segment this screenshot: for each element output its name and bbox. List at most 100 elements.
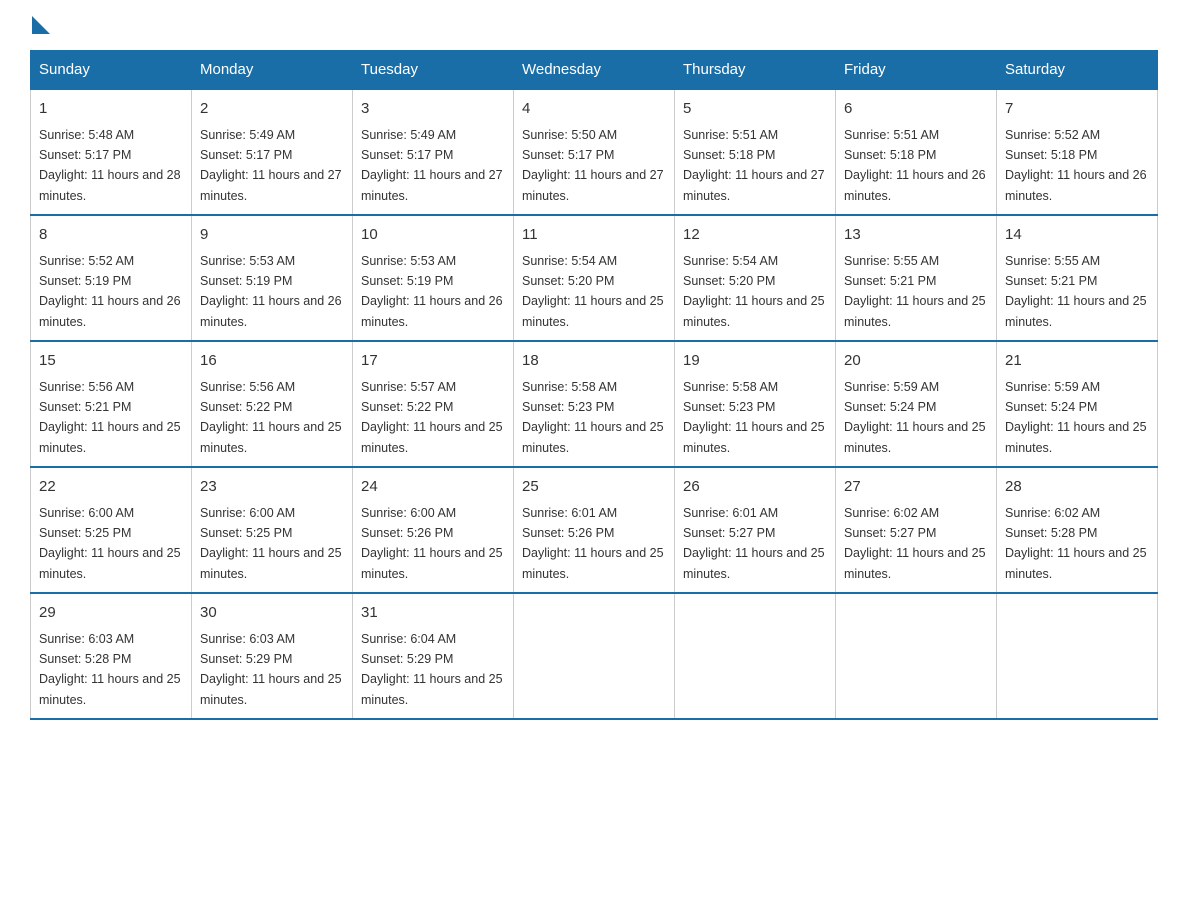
- day-info: Sunrise: 5:55 AMSunset: 5:21 PMDaylight:…: [1005, 254, 1147, 329]
- day-number: 29: [39, 602, 183, 625]
- day-number: 24: [361, 476, 505, 499]
- day-info: Sunrise: 5:58 AMSunset: 5:23 PMDaylight:…: [683, 380, 825, 455]
- day-info: Sunrise: 6:02 AMSunset: 5:28 PMDaylight:…: [1005, 506, 1147, 581]
- day-info: Sunrise: 6:01 AMSunset: 5:26 PMDaylight:…: [522, 506, 664, 581]
- weekday-header-tuesday: Tuesday: [353, 51, 514, 90]
- day-cell-15: 15 Sunrise: 5:56 AMSunset: 5:21 PMDaylig…: [31, 341, 192, 467]
- week-row-3: 15 Sunrise: 5:56 AMSunset: 5:21 PMDaylig…: [31, 341, 1158, 467]
- day-number: 3: [361, 98, 505, 121]
- weekday-header-monday: Monday: [192, 51, 353, 90]
- day-number: 28: [1005, 476, 1149, 499]
- day-number: 4: [522, 98, 666, 121]
- day-number: 27: [844, 476, 988, 499]
- day-cell-3: 3 Sunrise: 5:49 AMSunset: 5:17 PMDayligh…: [353, 89, 514, 215]
- day-number: 26: [683, 476, 827, 499]
- week-row-5: 29 Sunrise: 6:03 AMSunset: 5:28 PMDaylig…: [31, 593, 1158, 719]
- weekday-header-wednesday: Wednesday: [514, 51, 675, 90]
- day-info: Sunrise: 5:56 AMSunset: 5:21 PMDaylight:…: [39, 380, 181, 455]
- week-row-4: 22 Sunrise: 6:00 AMSunset: 5:25 PMDaylig…: [31, 467, 1158, 593]
- day-number: 5: [683, 98, 827, 121]
- day-info: Sunrise: 6:03 AMSunset: 5:29 PMDaylight:…: [200, 632, 342, 707]
- day-info: Sunrise: 5:48 AMSunset: 5:17 PMDaylight:…: [39, 128, 181, 203]
- day-cell-17: 17 Sunrise: 5:57 AMSunset: 5:22 PMDaylig…: [353, 341, 514, 467]
- day-cell-14: 14 Sunrise: 5:55 AMSunset: 5:21 PMDaylig…: [997, 215, 1158, 341]
- day-number: 7: [1005, 98, 1149, 121]
- day-number: 20: [844, 350, 988, 373]
- day-cell-7: 7 Sunrise: 5:52 AMSunset: 5:18 PMDayligh…: [997, 89, 1158, 215]
- day-cell-10: 10 Sunrise: 5:53 AMSunset: 5:19 PMDaylig…: [353, 215, 514, 341]
- day-info: Sunrise: 6:00 AMSunset: 5:26 PMDaylight:…: [361, 506, 503, 581]
- day-number: 6: [844, 98, 988, 121]
- day-info: Sunrise: 5:49 AMSunset: 5:17 PMDaylight:…: [200, 128, 342, 203]
- weekday-header-row: SundayMondayTuesdayWednesdayThursdayFrid…: [31, 51, 1158, 90]
- day-cell-20: 20 Sunrise: 5:59 AMSunset: 5:24 PMDaylig…: [836, 341, 997, 467]
- day-info: Sunrise: 5:56 AMSunset: 5:22 PMDaylight:…: [200, 380, 342, 455]
- day-cell-30: 30 Sunrise: 6:03 AMSunset: 5:29 PMDaylig…: [192, 593, 353, 719]
- week-row-1: 1 Sunrise: 5:48 AMSunset: 5:17 PMDayligh…: [31, 89, 1158, 215]
- weekday-header-thursday: Thursday: [675, 51, 836, 90]
- day-info: Sunrise: 6:04 AMSunset: 5:29 PMDaylight:…: [361, 632, 503, 707]
- day-cell-21: 21 Sunrise: 5:59 AMSunset: 5:24 PMDaylig…: [997, 341, 1158, 467]
- weekday-header-friday: Friday: [836, 51, 997, 90]
- day-cell-5: 5 Sunrise: 5:51 AMSunset: 5:18 PMDayligh…: [675, 89, 836, 215]
- day-number: 14: [1005, 224, 1149, 247]
- page-header: [30, 20, 1158, 30]
- day-number: 1: [39, 98, 183, 121]
- logo-arrow-icon: [32, 16, 50, 34]
- day-info: Sunrise: 5:57 AMSunset: 5:22 PMDaylight:…: [361, 380, 503, 455]
- day-cell-9: 9 Sunrise: 5:53 AMSunset: 5:19 PMDayligh…: [192, 215, 353, 341]
- day-cell-6: 6 Sunrise: 5:51 AMSunset: 5:18 PMDayligh…: [836, 89, 997, 215]
- empty-cell: [997, 593, 1158, 719]
- day-number: 19: [683, 350, 827, 373]
- day-number: 13: [844, 224, 988, 247]
- day-cell-16: 16 Sunrise: 5:56 AMSunset: 5:22 PMDaylig…: [192, 341, 353, 467]
- calendar-table: SundayMondayTuesdayWednesdayThursdayFrid…: [30, 50, 1158, 720]
- day-cell-19: 19 Sunrise: 5:58 AMSunset: 5:23 PMDaylig…: [675, 341, 836, 467]
- day-cell-8: 8 Sunrise: 5:52 AMSunset: 5:19 PMDayligh…: [31, 215, 192, 341]
- day-number: 18: [522, 350, 666, 373]
- day-info: Sunrise: 6:00 AMSunset: 5:25 PMDaylight:…: [39, 506, 181, 581]
- day-info: Sunrise: 5:53 AMSunset: 5:19 PMDaylight:…: [361, 254, 503, 329]
- weekday-header-saturday: Saturday: [997, 51, 1158, 90]
- day-cell-18: 18 Sunrise: 5:58 AMSunset: 5:23 PMDaylig…: [514, 341, 675, 467]
- day-number: 8: [39, 224, 183, 247]
- day-number: 17: [361, 350, 505, 373]
- day-number: 16: [200, 350, 344, 373]
- day-cell-26: 26 Sunrise: 6:01 AMSunset: 5:27 PMDaylig…: [675, 467, 836, 593]
- day-info: Sunrise: 5:50 AMSunset: 5:17 PMDaylight:…: [522, 128, 664, 203]
- day-cell-24: 24 Sunrise: 6:00 AMSunset: 5:26 PMDaylig…: [353, 467, 514, 593]
- day-cell-27: 27 Sunrise: 6:02 AMSunset: 5:27 PMDaylig…: [836, 467, 997, 593]
- weekday-header-sunday: Sunday: [31, 51, 192, 90]
- day-info: Sunrise: 5:53 AMSunset: 5:19 PMDaylight:…: [200, 254, 342, 329]
- day-info: Sunrise: 6:03 AMSunset: 5:28 PMDaylight:…: [39, 632, 181, 707]
- day-cell-29: 29 Sunrise: 6:03 AMSunset: 5:28 PMDaylig…: [31, 593, 192, 719]
- day-cell-11: 11 Sunrise: 5:54 AMSunset: 5:20 PMDaylig…: [514, 215, 675, 341]
- day-info: Sunrise: 5:54 AMSunset: 5:20 PMDaylight:…: [522, 254, 664, 329]
- day-info: Sunrise: 5:51 AMSunset: 5:18 PMDaylight:…: [844, 128, 986, 203]
- day-info: Sunrise: 5:52 AMSunset: 5:19 PMDaylight:…: [39, 254, 181, 329]
- empty-cell: [675, 593, 836, 719]
- day-number: 15: [39, 350, 183, 373]
- day-info: Sunrise: 5:51 AMSunset: 5:18 PMDaylight:…: [683, 128, 825, 203]
- day-info: Sunrise: 6:00 AMSunset: 5:25 PMDaylight:…: [200, 506, 342, 581]
- day-cell-4: 4 Sunrise: 5:50 AMSunset: 5:17 PMDayligh…: [514, 89, 675, 215]
- day-info: Sunrise: 5:55 AMSunset: 5:21 PMDaylight:…: [844, 254, 986, 329]
- day-number: 2: [200, 98, 344, 121]
- day-info: Sunrise: 5:52 AMSunset: 5:18 PMDaylight:…: [1005, 128, 1147, 203]
- day-info: Sunrise: 5:49 AMSunset: 5:17 PMDaylight:…: [361, 128, 503, 203]
- day-cell-31: 31 Sunrise: 6:04 AMSunset: 5:29 PMDaylig…: [353, 593, 514, 719]
- day-info: Sunrise: 5:58 AMSunset: 5:23 PMDaylight:…: [522, 380, 664, 455]
- empty-cell: [836, 593, 997, 719]
- day-number: 23: [200, 476, 344, 499]
- day-number: 12: [683, 224, 827, 247]
- week-row-2: 8 Sunrise: 5:52 AMSunset: 5:19 PMDayligh…: [31, 215, 1158, 341]
- day-cell-1: 1 Sunrise: 5:48 AMSunset: 5:17 PMDayligh…: [31, 89, 192, 215]
- day-number: 31: [361, 602, 505, 625]
- day-cell-13: 13 Sunrise: 5:55 AMSunset: 5:21 PMDaylig…: [836, 215, 997, 341]
- day-number: 22: [39, 476, 183, 499]
- day-number: 30: [200, 602, 344, 625]
- day-cell-22: 22 Sunrise: 6:00 AMSunset: 5:25 PMDaylig…: [31, 467, 192, 593]
- day-number: 10: [361, 224, 505, 247]
- empty-cell: [514, 593, 675, 719]
- day-cell-2: 2 Sunrise: 5:49 AMSunset: 5:17 PMDayligh…: [192, 89, 353, 215]
